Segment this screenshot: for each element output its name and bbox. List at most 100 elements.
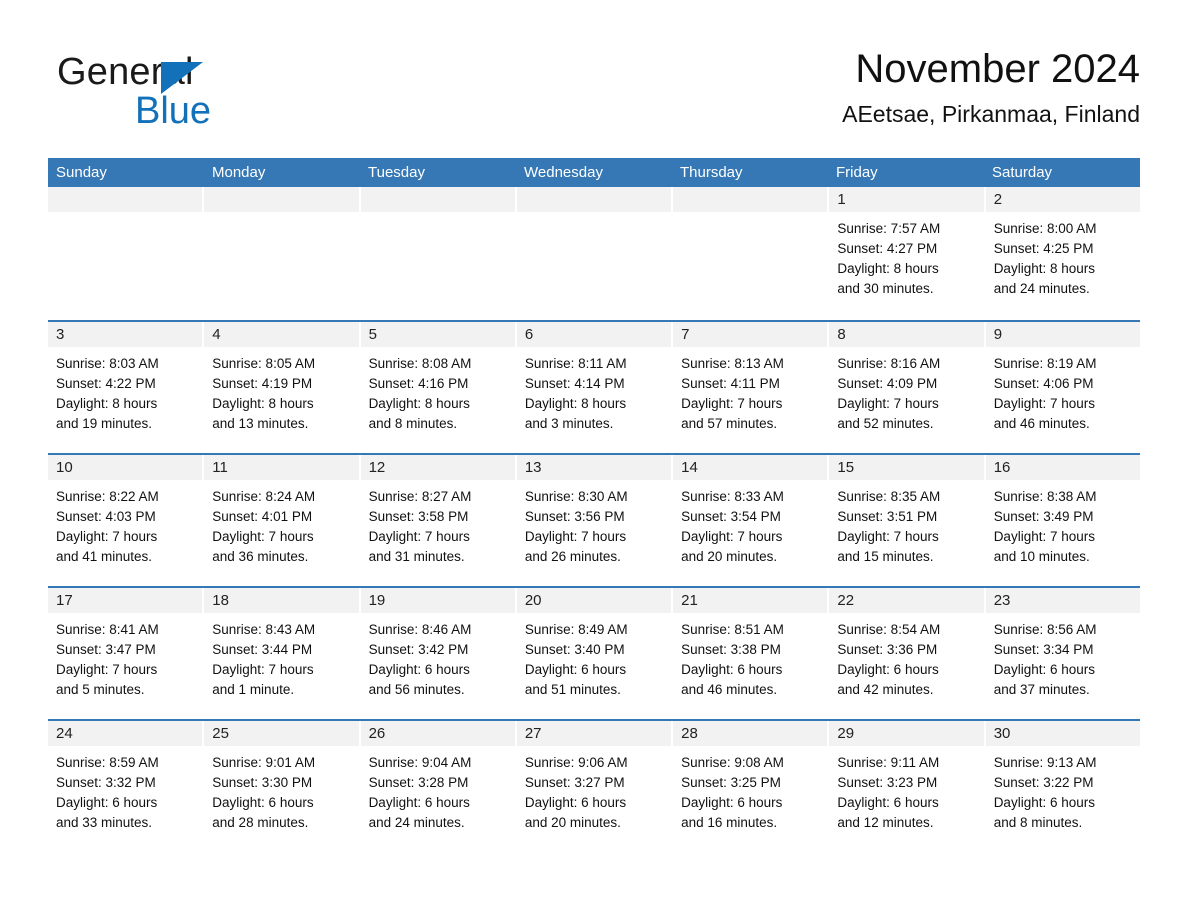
daylight-text-line1: Daylight: 7 hours <box>212 662 314 677</box>
sunset-text: Sunset: 4:09 PM <box>837 376 938 391</box>
daylight-text-line1: Daylight: 6 hours <box>524 662 627 677</box>
day-number-band <box>360 187 515 212</box>
daylight-text-line1: Daylight: 6 hours <box>993 795 1095 810</box>
daylight-text-line1: Daylight: 7 hours <box>681 396 783 411</box>
calendar-day-cell[interactable]: 30 Sunrise: 9:13 AM Sunset: 3:22 PM Dayligh… <box>985 721 1140 852</box>
sunset-text: Sunset: 3:30 PM <box>212 775 313 790</box>
day-info: Sunrise: 8:11 AM Sunset: 4:14 PM Daylight:… <box>517 347 671 434</box>
calendar-day-cell[interactable]: 10 Sunrise: 8:22 AM Sunset: 4:03 PM Dayligh… <box>48 455 205 586</box>
calendar-day-cell[interactable]: 18 Sunrise: 8:43 AM Sunset: 3:44 PM Dayligh… <box>204 588 361 719</box>
daylight-text-line2: and 36 minutes. <box>212 549 309 564</box>
calendar-day-cell[interactable]: 15 Sunrise: 8:35 AM Sunset: 3:51 PM Dayligh… <box>829 455 986 586</box>
title-block: November 2024 AEetsae, Pirkanmaa, Finlan… <box>842 44 1140 130</box>
calendar-day-cell[interactable]: 9 Sunrise: 8:19 AM Sunset: 4:06 PM Daylight… <box>985 322 1140 453</box>
sunrise-text: Sunrise: 8:54 AM <box>837 622 941 637</box>
sunset-text: Sunset: 4:06 PM <box>993 376 1094 391</box>
day-number-band: 3 <box>48 322 203 347</box>
calendar-day-cell[interactable]: 13 Sunrise: 8:30 AM Sunset: 3:56 PM Dayligh… <box>516 455 674 586</box>
day-info: Sunrise: 8:54 AM Sunset: 3:36 PM Daylight:… <box>829 613 983 700</box>
day-info: Sunrise: 8:22 AM Sunset: 4:03 PM Daylight:… <box>48 480 202 567</box>
calendar-day-cell[interactable]: 5 Sunrise: 8:08 AM Sunset: 4:16 PM Daylight… <box>360 322 517 453</box>
calendar-day-cell[interactable]: 19 Sunrise: 8:46 AM Sunset: 3:42 PM Dayligh… <box>360 588 517 719</box>
day-number: 26 <box>368 725 386 742</box>
calendar-day-cell[interactable]: 24 Sunrise: 8:59 AM Sunset: 3:32 PM Dayligh… <box>48 721 205 852</box>
sunrise-text: Sunrise: 8:35 AM <box>837 489 941 504</box>
calendar-day-cell[interactable]: 23 Sunrise: 8:56 AM Sunset: 3:34 PM Dayligh… <box>985 588 1140 719</box>
calendar-day-cell[interactable]: 3 Sunrise: 8:03 AM Sunset: 4:22 PM Daylight… <box>48 322 205 453</box>
day-number-band: 7 <box>673 322 828 347</box>
brand-logo[interactable]: General Blue <box>57 50 397 142</box>
day-number-band: 28 <box>673 721 828 746</box>
day-number-band <box>204 187 359 212</box>
daylight-text-line1: Daylight: 6 hours <box>56 795 158 810</box>
day-number: 21 <box>681 592 698 609</box>
day-number-band: 19 <box>360 588 515 613</box>
daylight-text-line2: and 20 minutes. <box>681 549 778 564</box>
calendar-day-cell[interactable]: 2 Sunrise: 8:00 AM Sunset: 4:25 PM Daylight… <box>985 187 1140 320</box>
sunset-text: Sunset: 3:28 PM <box>368 775 469 790</box>
day-info: Sunrise: 8:13 AM Sunset: 4:11 PM Daylight:… <box>673 347 827 434</box>
sunrise-text: Sunrise: 8:46 AM <box>368 622 472 637</box>
sunset-text: Sunset: 3:49 PM <box>993 509 1094 524</box>
day-number-band: 6 <box>516 322 672 347</box>
calendar-day-cell[interactable]: 27 Sunrise: 9:06 AM Sunset: 3:27 PM Dayligh… <box>516 721 674 852</box>
calendar-day-cell[interactable]: 16 Sunrise: 8:38 AM Sunset: 3:49 PM Dayligh… <box>985 455 1140 586</box>
daylight-text-line1: Daylight: 6 hours <box>837 662 939 677</box>
calendar-day-cell[interactable]: 29 Sunrise: 9:11 AM Sunset: 3:23 PM Dayligh… <box>829 721 986 852</box>
sunrise-text: Sunrise: 8:33 AM <box>681 489 784 504</box>
day-number: 24 <box>56 725 73 742</box>
day-info: Sunrise: 8:43 AM Sunset: 3:44 PM Daylight:… <box>204 613 358 700</box>
daylight-text-line1: Daylight: 6 hours <box>993 662 1095 677</box>
calendar-day-cell[interactable]: 6 Sunrise: 8:11 AM Sunset: 4:14 PM Daylight… <box>516 322 674 453</box>
daylight-text-line1: Daylight: 6 hours <box>681 795 783 810</box>
sunrise-text: Sunrise: 8:59 AM <box>56 755 159 770</box>
day-number: 8 <box>837 326 846 343</box>
calendar-day-cell[interactable]: 26 Sunrise: 9:04 AM Sunset: 3:28 PM Dayligh… <box>360 721 517 852</box>
sunset-text: Sunset: 4:03 PM <box>56 509 156 524</box>
day-number-band: 22 <box>829 588 984 613</box>
calendar-day-cell[interactable]: 12 Sunrise: 8:27 AM Sunset: 3:58 PM Dayligh… <box>360 455 517 586</box>
calendar-day-cell[interactable]: 25 Sunrise: 9:01 AM Sunset: 3:30 PM Dayligh… <box>204 721 361 852</box>
sunset-text: Sunset: 3:36 PM <box>837 642 938 657</box>
sunrise-text: Sunrise: 9:13 AM <box>993 755 1097 770</box>
daylight-text-line1: Daylight: 7 hours <box>837 396 939 411</box>
daylight-text-line1: Daylight: 7 hours <box>56 529 158 544</box>
sunrise-text: Sunrise: 9:08 AM <box>681 755 784 770</box>
daylight-text-line2: and 10 minutes. <box>993 549 1090 564</box>
sunset-text: Sunset: 3:32 PM <box>56 775 156 790</box>
sunrise-text: Sunrise: 9:06 AM <box>524 755 628 770</box>
sunrise-text: Sunrise: 8:30 AM <box>524 489 628 504</box>
calendar-day-cell[interactable]: 4 Sunrise: 8:05 AM Sunset: 4:19 PM Daylight… <box>204 322 361 453</box>
day-number-band: 13 <box>516 455 672 480</box>
sunset-text: Sunset: 4:22 PM <box>56 376 156 391</box>
sunrise-text: Sunrise: 8:43 AM <box>212 622 316 637</box>
calendar-day-cell[interactable]: 20 Sunrise: 8:49 AM Sunset: 3:40 PM Dayligh… <box>516 588 674 719</box>
calendar-day-cell[interactable]: 11 Sunrise: 8:24 AM Sunset: 4:01 PM Dayligh… <box>204 455 361 586</box>
day-number-band: 16 <box>985 455 1140 480</box>
calendar-week-row: 3 Sunrise: 8:03 AM Sunset: 4:22 PM Daylight… <box>48 320 1140 453</box>
day-number-band: 2 <box>985 187 1140 212</box>
calendar-day-cell[interactable]: 28 Sunrise: 9:08 AM Sunset: 3:25 PM Dayligh… <box>673 721 830 852</box>
calendar-day-cell[interactable]: 7 Sunrise: 8:13 AM Sunset: 4:11 PM Daylight… <box>673 322 830 453</box>
sunset-text: Sunset: 3:25 PM <box>681 775 781 790</box>
sunset-text: Sunset: 3:23 PM <box>837 775 938 790</box>
calendar-day-cell[interactable]: 1 Sunrise: 7:57 AM Sunset: 4:27 PM Daylight… <box>829 187 986 320</box>
daylight-text-line2: and 33 minutes. <box>56 815 153 830</box>
calendar-day-cell[interactable]: 17 Sunrise: 8:41 AM Sunset: 3:47 PM Dayligh… <box>48 588 205 719</box>
weekday-header-tuesday: Tuesday <box>368 164 425 181</box>
daylight-text-line2: and 16 minutes. <box>681 815 778 830</box>
day-number-band: 14 <box>673 455 828 480</box>
sunrise-text: Sunrise: 8:38 AM <box>993 489 1097 504</box>
daylight-text-line2: and 5 minutes. <box>56 682 145 697</box>
calendar-day-cell[interactable]: 21 Sunrise: 8:51 AM Sunset: 3:38 PM Dayligh… <box>673 588 830 719</box>
day-info: Sunrise: 8:27 AM Sunset: 3:58 PM Daylight:… <box>361 480 515 567</box>
calendar-day-cell[interactable]: 14 Sunrise: 8:33 AM Sunset: 3:54 PM Dayligh… <box>673 455 830 586</box>
day-number: 19 <box>368 592 386 609</box>
calendar-week-row: 24 Sunrise: 8:59 AM Sunset: 3:32 PM Dayligh… <box>48 719 1140 852</box>
day-number-band: 30 <box>985 721 1140 746</box>
sunrise-text: Sunrise: 8:03 AM <box>56 356 159 371</box>
calendar-day-cell[interactable]: 22 Sunrise: 8:54 AM Sunset: 3:36 PM Dayligh… <box>829 588 986 719</box>
calendar-day-cell[interactable]: 8 Sunrise: 8:16 AM Sunset: 4:09 PM Daylight… <box>829 322 986 453</box>
day-info: Sunrise: 8:38 AM Sunset: 3:49 PM Daylight:… <box>986 480 1140 567</box>
sunset-text: Sunset: 3:44 PM <box>212 642 313 657</box>
